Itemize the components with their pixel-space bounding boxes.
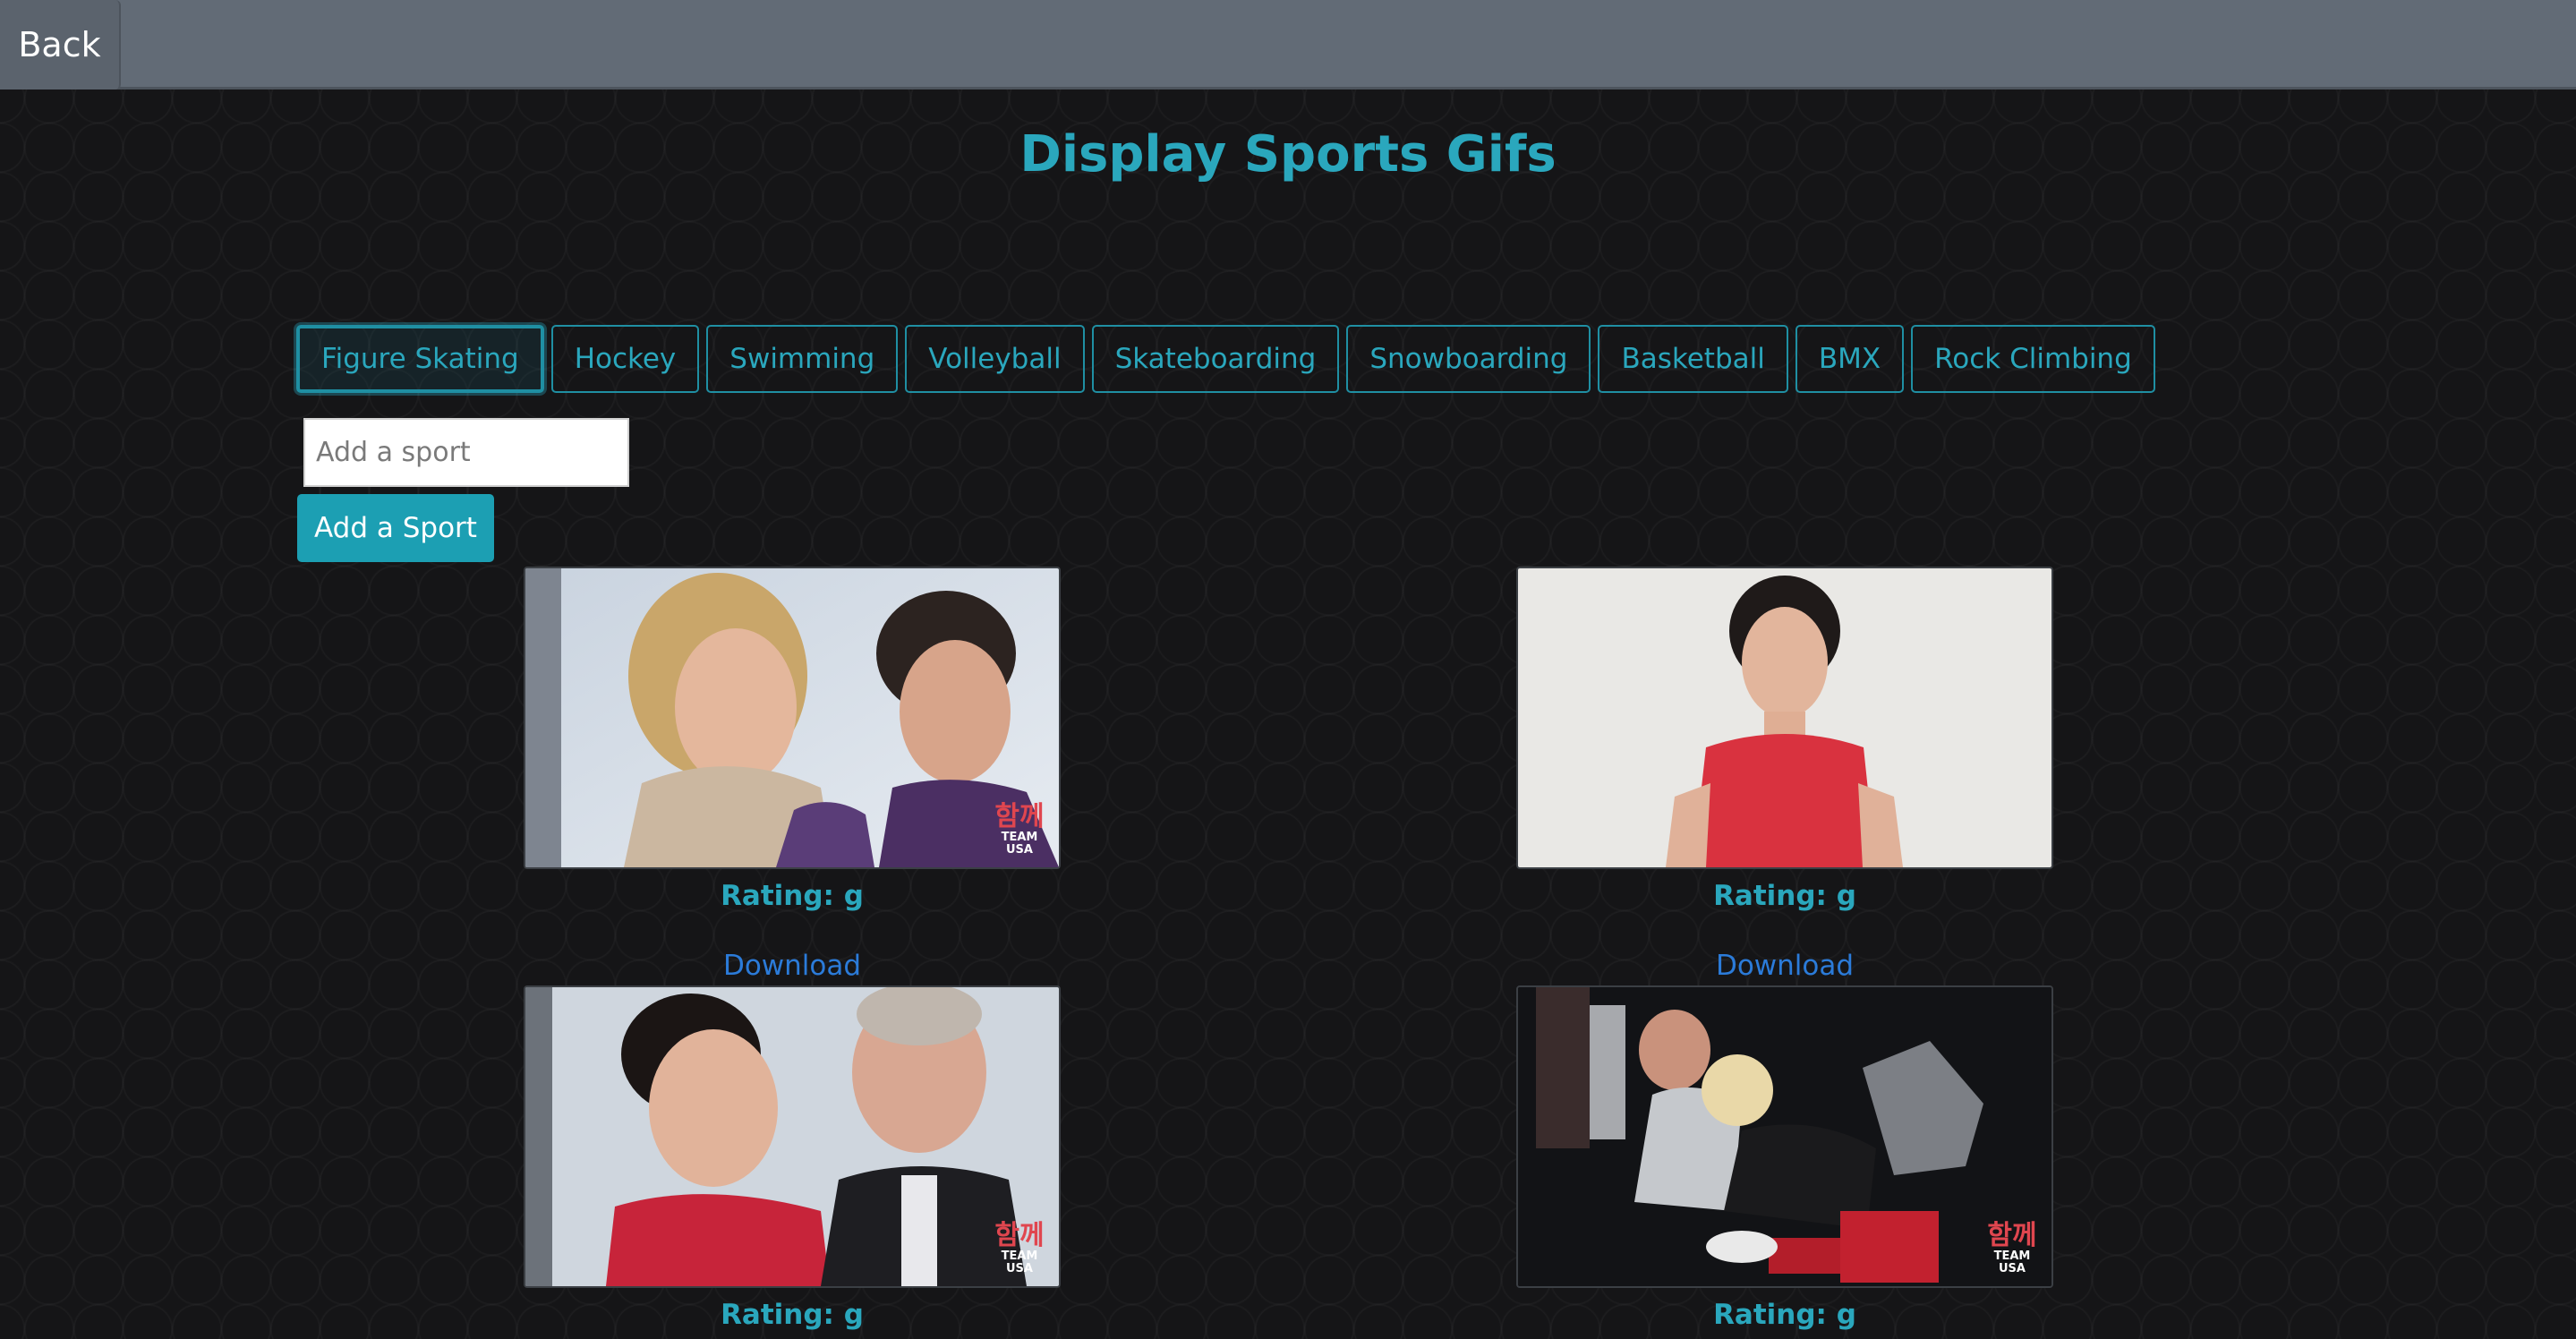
gif-card: 함께 TEAM USA Rating: g: [524, 985, 1061, 1333]
sport-button-figure-skating[interactable]: Figure Skating: [296, 325, 544, 393]
gif-image-graphic: [1518, 987, 2051, 1286]
team-usa-badge: 함께 TEAM USA: [1985, 1222, 2039, 1275]
gif-rating: Rating: g: [1713, 1299, 1856, 1331]
sport-button-swimming[interactable]: Swimming: [706, 325, 899, 393]
gif-image[interactable]: [1516, 567, 2053, 869]
badge-text: TEAM USA: [1993, 1249, 2031, 1275]
gif-image-graphic: [525, 987, 1059, 1286]
download-link[interactable]: Download: [524, 948, 1061, 984]
badge-text: TEAM USA: [1001, 1249, 1038, 1275]
gif-rating: Rating: g: [721, 1299, 864, 1331]
sport-button-skateboarding[interactable]: Skateboarding: [1091, 325, 1340, 393]
gif-image[interactable]: 함께 TEAM USA: [524, 985, 1061, 1288]
badge-glyph: 함께: [994, 1220, 1045, 1251]
sport-button-rock-climbing[interactable]: Rock Climbing: [1911, 325, 2155, 393]
gif-image[interactable]: 함께 TEAM USA: [524, 567, 1061, 869]
gif-image-graphic: [525, 568, 1059, 867]
sport-button-snowboarding[interactable]: Snowboarding: [1346, 325, 1591, 393]
badge-glyph: 함께: [994, 801, 1045, 832]
page-title: Display Sports Gifs: [1019, 125, 1557, 183]
add-sport-input[interactable]: [303, 418, 629, 487]
gif-card: 함께 TEAM USA Rating: g Download: [524, 567, 1061, 984]
team-usa-badge: 함께 TEAM USA: [993, 1222, 1046, 1275]
back-button[interactable]: Back: [0, 0, 121, 90]
gif-rating: Rating: g: [1713, 880, 1856, 912]
sport-buttons-row: Figure Skating Hockey Swimming Volleybal…: [296, 325, 2155, 393]
sport-button-bmx[interactable]: BMX: [1795, 325, 1905, 393]
top-navbar: Back: [0, 0, 2576, 90]
gif-rating: Rating: g: [721, 880, 864, 912]
gif-image-graphic: [1518, 568, 2051, 867]
badge-glyph: 함께: [1987, 1220, 2037, 1251]
add-sport-button[interactable]: Add a Sport: [297, 494, 494, 562]
gif-image[interactable]: 함께 TEAM USA: [1516, 985, 2053, 1288]
sport-button-hockey[interactable]: Hockey: [550, 325, 700, 393]
team-usa-badge: 함께 TEAM USA: [993, 803, 1046, 857]
gif-card: Rating: g Download: [1516, 567, 2053, 984]
sport-button-volleyball[interactable]: Volleyball: [905, 325, 1085, 393]
gif-card: 함께 TEAM USA Rating: g: [1516, 985, 2053, 1333]
sport-button-basketball[interactable]: Basketball: [1598, 325, 1788, 393]
download-link[interactable]: Download: [1516, 948, 2053, 984]
badge-text: TEAM USA: [1001, 831, 1038, 857]
